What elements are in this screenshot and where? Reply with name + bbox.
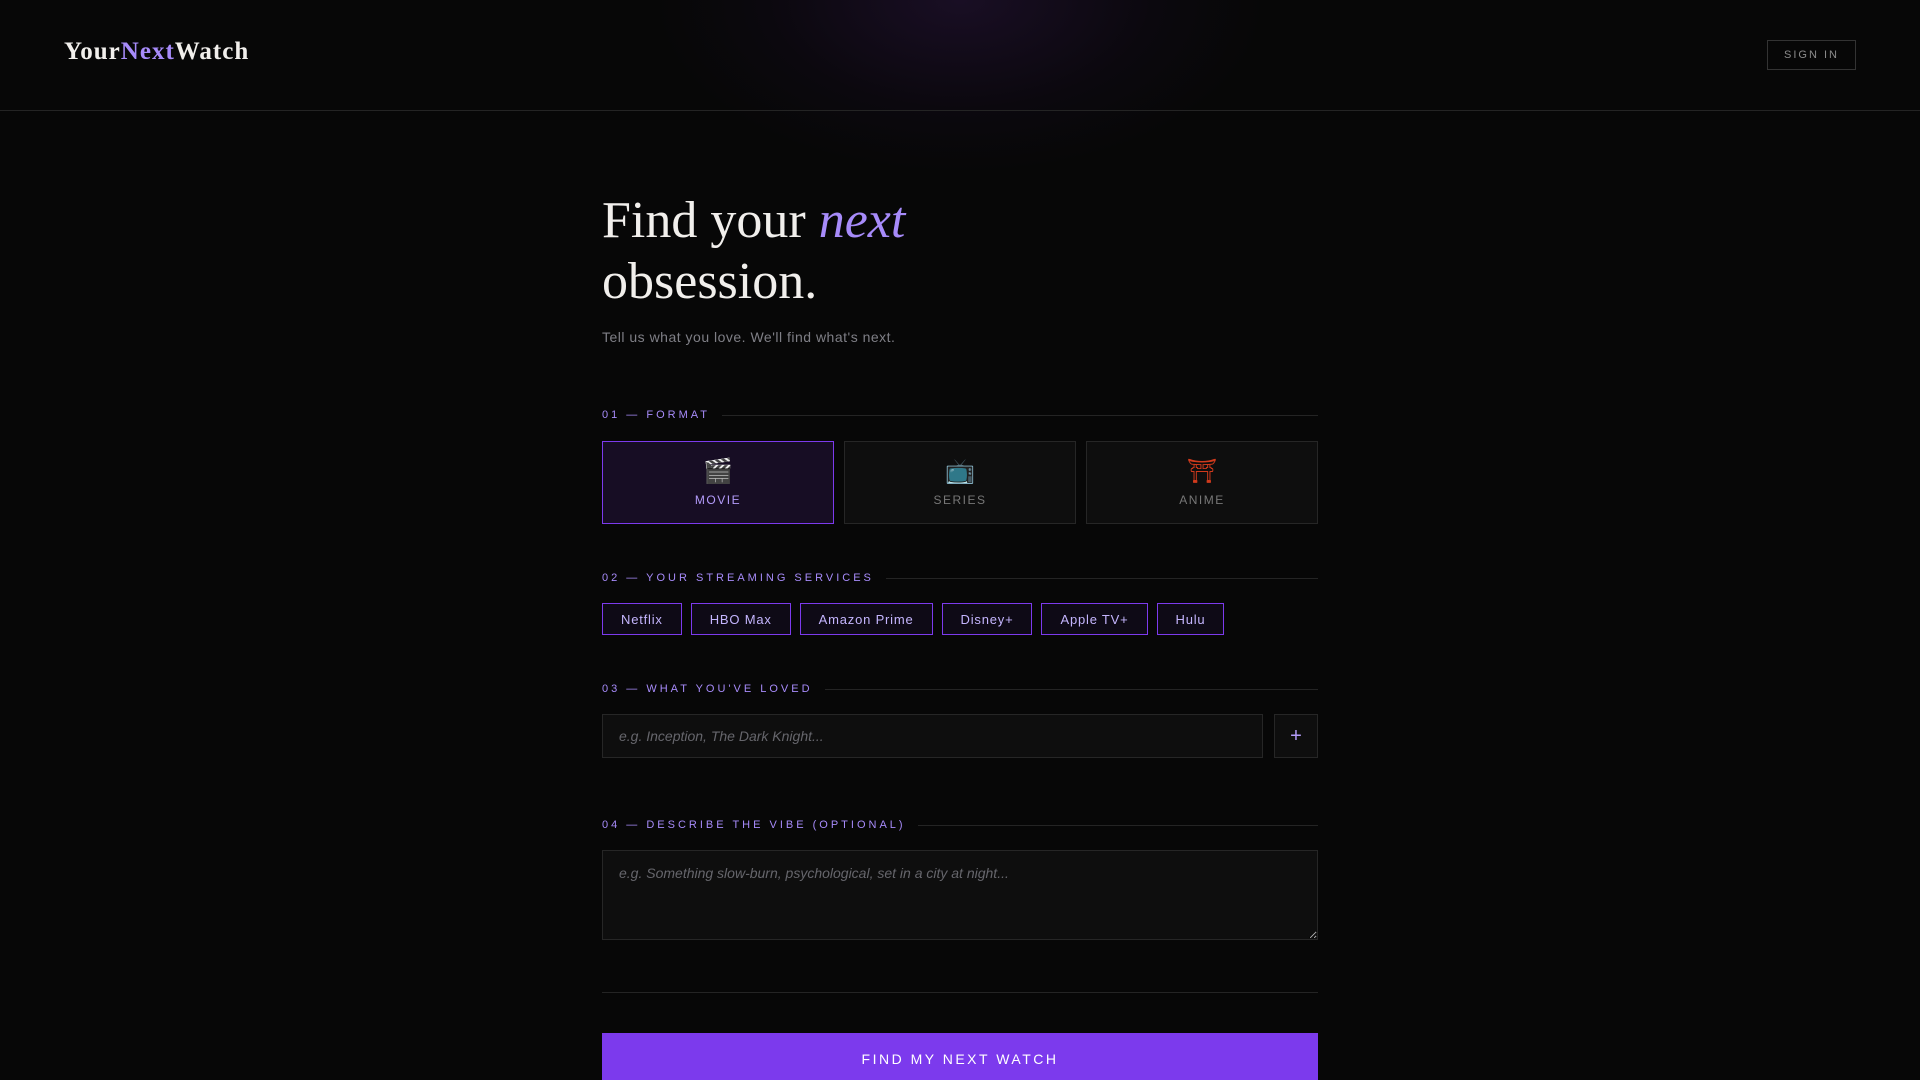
section-label-format-text: 01 — FORMAT [602,409,710,421]
format-option-label: MOVIE [694,492,742,507]
format-option-label: SERIES [933,492,987,507]
vibe-textarea[interactable] [602,850,1318,940]
service-chip-hbo-max[interactable]: HBO Max [690,603,791,635]
format-options: 🎬 MOVIE 📺 SERIES ⛩ ANIME [602,441,1318,524]
service-chip-hulu[interactable]: Hulu [1156,603,1225,635]
hero-title-start: Find your [602,192,819,249]
service-chip-apple-tv-plus[interactable]: Apple TV+ [1041,603,1148,635]
format-option-series[interactable]: 📺 SERIES [844,441,1076,524]
section-label-vibe: 04 — DESCRIBE THE VIBE (OPTIONAL) [602,817,1318,833]
add-title-button[interactable]: + [1274,714,1318,758]
logo-part-next: Next [120,38,175,65]
loved-titles-input[interactable] [602,714,1263,758]
logo[interactable]: YourNextWatch [64,38,249,66]
top-bar: YourNextWatch SIGN IN [0,0,1920,111]
section-label-services: 02 — YOUR STREAMING SERVICES [602,570,1318,586]
hero-subtitle: Tell us what you love. We'll find what's… [602,329,896,345]
format-option-anime[interactable]: ⛩ ANIME [1086,441,1318,524]
logo-part-watch: Watch [174,38,250,65]
clapperboard-icon: 🎬 [703,457,733,485]
streaming-service-chips: Netflix HBO Max Amazon Prime Disney+ App… [602,603,1225,635]
section-label-loved: 03 — WHAT YOU'VE LOVED [602,681,1318,697]
logo-part-your: Your [64,38,121,65]
section-label-vibe-text: 04 — DESCRIBE THE VIBE (OPTIONAL) [602,819,906,831]
television-icon: 📺 [945,457,975,485]
hero-title: Find your next obsession. [602,190,1318,312]
hero-title-end: obsession. [602,253,818,310]
format-option-label: ANIME [1179,492,1225,507]
loved-titles-row: + [602,714,1318,758]
torii-gate-icon: ⛩ [1186,457,1218,485]
find-next-watch-button[interactable]: FIND MY NEXT WATCH [602,1033,1318,1080]
service-chip-disney-plus[interactable]: Disney+ [941,603,1033,635]
service-chip-amazon-prime[interactable]: Amazon Prime [799,603,933,635]
section-label-format: 01 — FORMAT [602,407,1318,423]
sign-in-button[interactable]: SIGN IN [1767,40,1856,70]
section-label-services-text: 02 — YOUR STREAMING SERVICES [602,572,874,584]
section-label-loved-text: 03 — WHAT YOU'VE LOVED [602,683,813,695]
format-option-movie[interactable]: 🎬 MOVIE [602,441,834,524]
hero-title-emphasis: next [818,192,906,249]
service-chip-netflix[interactable]: Netflix [602,603,682,635]
divider [602,992,1318,993]
